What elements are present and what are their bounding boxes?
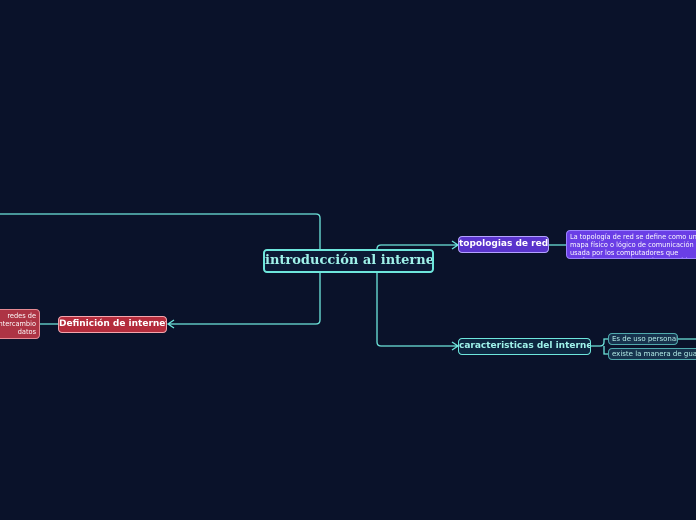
subtopic-manera-de-guardar[interactable]: existe la manera de guardar	[608, 348, 696, 360]
topic-topologias-de-red[interactable]: topologias de red	[458, 236, 549, 253]
subtopic-uso-personal-label: Es de uso personal	[612, 335, 678, 343]
central-topic-label: introducción al internet	[265, 253, 434, 268]
connector-definicion	[168, 273, 321, 325]
subtopic-uso-personal[interactable]: Es de uso personal	[608, 333, 678, 345]
topic-caracteristicas-del-internet[interactable]: caracteristicas del internet	[458, 338, 591, 355]
subtopic-topologias-description[interactable]: La topología de red se define como un ma…	[566, 230, 696, 259]
subtopic-manera-de-guardar-label: existe la manera de guardar	[612, 350, 696, 358]
topic-definicion-de-internet[interactable]: Definición de internet	[58, 316, 167, 333]
topic-caracteristicas-label: caracteristicas del internet	[459, 341, 591, 351]
subtopic-definicion-description[interactable]: redes de intercambio datos	[0, 309, 40, 339]
topologias-description-text: La topología de red se define como un ma…	[570, 233, 696, 258]
topic-definicion-label: Definición de internet	[59, 319, 167, 329]
central-topic[interactable]: introducción al internet	[263, 249, 434, 273]
connector-caracteristicas	[376, 273, 458, 347]
connector-offpage-left	[0, 213, 321, 249]
topic-topologias-label: topologias de red	[459, 239, 549, 249]
definicion-description-text: redes de intercambio datos	[0, 312, 36, 336]
